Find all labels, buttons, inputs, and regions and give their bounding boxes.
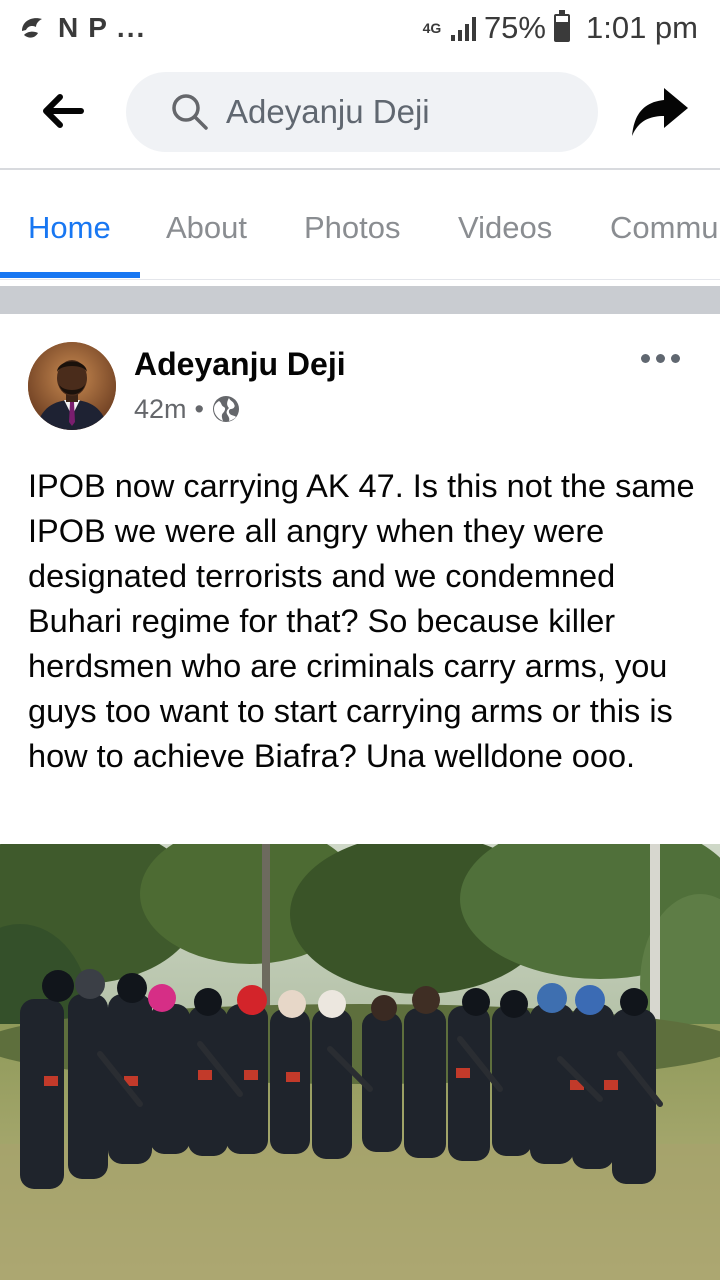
more-dot-icon [670,353,680,363]
tab-about[interactable]: About [166,208,247,248]
post-options-button[interactable] [636,346,684,370]
status-time: 1:01 pm [585,10,698,45]
search-input[interactable]: Adeyanju Deji [126,72,598,152]
active-tab-indicator [0,272,140,278]
profile-tabs: Home About Photos Videos Commu [0,172,720,280]
search-query: Adeyanju Deji [226,93,430,130]
search-header: Adeyanju Deji [0,56,720,170]
post-time[interactable]: 42m [134,392,187,426]
profile-photo [28,342,116,430]
notification-icons: N P ... [18,10,146,46]
search-icon [172,94,208,130]
post-text: IPOB now carrying AK 47. Is this not the… [28,468,695,774]
share-icon [632,88,688,136]
more-dot-icon [640,353,650,363]
tab-home[interactable]: Home [28,208,111,248]
network-type: 4G [422,20,442,36]
p-app-icon: P [88,12,107,43]
globe-icon [212,396,239,422]
battery-icon [553,10,570,42]
group-photo-image [0,844,720,1280]
tab-community[interactable]: Commu [610,208,719,248]
more-dot-icon [655,353,665,363]
back-arrow-icon [43,94,84,128]
more-notifications-icon: ... [116,12,147,43]
system-indicators: 4G 75% 1:01 pm [421,8,698,48]
tab-photos[interactable]: Photos [304,208,401,248]
post-meta: 42m • [134,392,240,426]
battery-percentage: 75% [483,10,546,45]
standing-figures [20,969,663,1189]
back-button[interactable] [38,86,88,136]
n-app-icon: N [58,12,79,43]
section-divider [0,286,720,314]
app-notification-icon [22,18,42,38]
share-button[interactable] [628,84,692,140]
post-card: Adeyanju Deji 42m • IPOB now carrying AK… [0,314,720,1280]
meta-separator: • [194,394,204,424]
avatar[interactable] [28,342,116,430]
post-author[interactable]: Adeyanju Deji [134,344,346,384]
tab-videos[interactable]: Videos [458,208,552,248]
status-bar: N P ... 4G 75% 1:01 pm [0,0,720,56]
signal-strength-icon [450,15,476,41]
post-photo[interactable] [0,844,720,1280]
